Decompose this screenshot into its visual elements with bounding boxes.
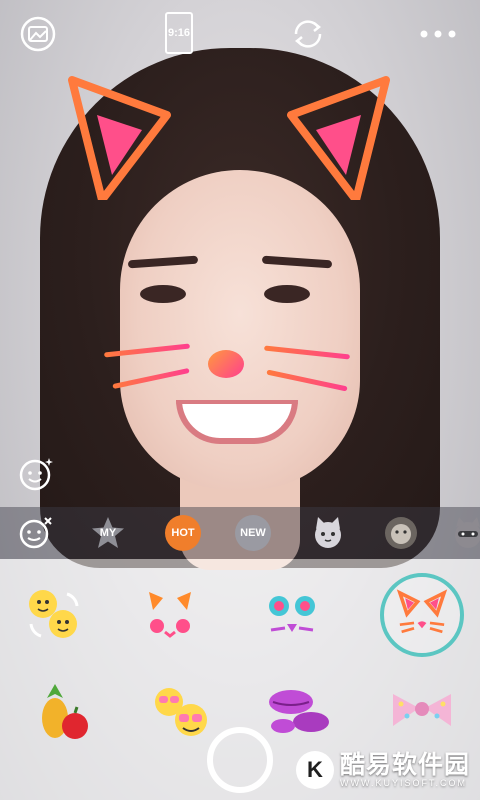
aspect-ratio-label: 9:16	[167, 27, 191, 39]
switch-camera-button[interactable]	[288, 14, 328, 54]
gallery-button[interactable]	[18, 14, 58, 54]
beauty-button[interactable]	[18, 455, 56, 493]
lion-face-icon	[385, 517, 417, 549]
orange-cat-sticker-icon	[149, 592, 191, 638]
sunglasses-emoji-sticker-icon	[155, 688, 207, 736]
cat-face-icon	[315, 517, 341, 548]
category-my[interactable]: MY	[90, 515, 126, 551]
aspect-ratio-button[interactable]: 9:16	[165, 12, 193, 54]
more-button[interactable]	[418, 14, 458, 54]
left-eye	[140, 285, 186, 303]
watermark-text: 酷易软件园 WWW.KUYISOFT.COM	[340, 752, 470, 788]
sticker-glitter-cat[interactable]	[380, 573, 464, 657]
category-new-label: NEW	[240, 527, 266, 539]
category-none[interactable]	[18, 515, 54, 551]
category-hot-label: HOT	[171, 527, 195, 539]
watermark: K 酷易软件园 WWW.KUYISOFT.COM	[296, 748, 470, 792]
gallery-icon	[20, 16, 56, 52]
category-new[interactable]: NEW	[235, 515, 271, 551]
watermark-logo: K	[296, 751, 334, 789]
blue-cat-sticker-icon	[269, 596, 315, 632]
cat-ear-right-overlay	[287, 76, 390, 200]
fruit-sticker-icon	[42, 684, 88, 739]
sticker-face-swap[interactable]	[12, 573, 96, 657]
right-eye	[264, 285, 310, 303]
category-cat[interactable]	[310, 515, 346, 551]
watermark-title: 酷易软件园	[340, 751, 471, 779]
category-hot[interactable]: HOT	[165, 515, 201, 551]
category-my-label: MY	[99, 527, 117, 539]
cat-ear-left-overlay	[68, 76, 171, 200]
category-lion[interactable]	[383, 515, 419, 551]
face-swap-icon	[29, 590, 79, 638]
no-sticker-icon	[19, 517, 52, 549]
category-raccoon[interactable]	[450, 515, 480, 551]
beauty-face-icon	[19, 458, 53, 491]
more-icon	[420, 30, 456, 38]
sticker-blue-cat[interactable]	[250, 573, 334, 657]
watermark-url: WWW.KUYISOFT.COM	[340, 778, 467, 788]
top-bar: 9:16	[0, 0, 480, 70]
shutter-button[interactable]	[207, 727, 273, 793]
new-badge: NEW	[235, 515, 271, 551]
sticker-fruit[interactable]	[22, 669, 106, 753]
cat-nose-overlay	[208, 350, 244, 378]
glitter-cat-sticker-icon	[396, 589, 448, 634]
sticker-category-bar: MY HOT NEW	[0, 507, 480, 559]
hot-badge: HOT	[165, 515, 201, 551]
sticker-orange-cat[interactable]	[128, 573, 212, 657]
polka-bow-sticker-icon	[393, 694, 451, 726]
sticker-polka-bow[interactable]	[380, 669, 464, 753]
raccoon-face-icon	[455, 517, 480, 548]
sticker-sunglasses-emoji[interactable]	[138, 669, 222, 753]
switch-camera-icon	[294, 20, 322, 48]
sticker-kiss-lips[interactable]	[256, 669, 340, 753]
kiss-lips-sticker-icon	[269, 690, 329, 733]
